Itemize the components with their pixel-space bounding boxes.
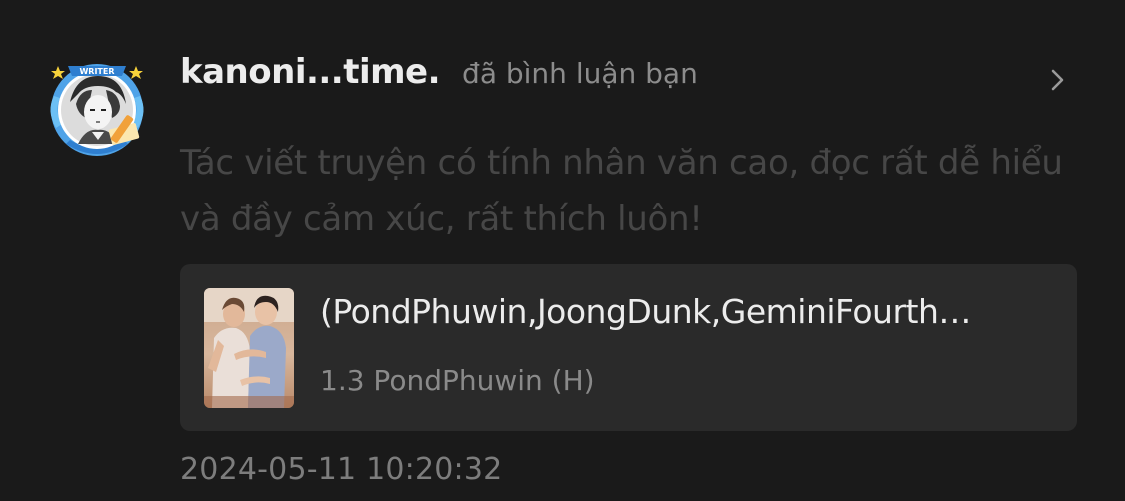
- username[interactable]: kanoni...time.: [180, 52, 441, 92]
- story-chapter: 1.3 PondPhuwin (H): [320, 364, 595, 397]
- comment-text: Tác viết truyện có tính nhân văn cao, đọ…: [180, 143, 1063, 239]
- user-avatar[interactable]: WRITER: [36, 56, 158, 162]
- story-title: (PondPhuwin,JoongDunk,GeminiFourth…: [320, 292, 971, 331]
- action-text: đã bình luận bạn: [462, 57, 698, 90]
- timestamp: 2024-05-11 10:20:32: [180, 452, 503, 487]
- chevron-right-icon[interactable]: [1040, 62, 1076, 98]
- story-card[interactable]: (PondPhuwin,JoongDunk,GeminiFourth… 1.3 …: [180, 264, 1077, 431]
- notification-header: kanoni...time. đã bình luận bạn: [180, 52, 698, 100]
- writer-badge-avatar-icon: WRITER: [50, 64, 144, 156]
- story-cover-image: [204, 288, 294, 408]
- comment-notification[interactable]: WRITER kanoni...time. đã bình luận bạn T…: [0, 0, 1125, 501]
- badge-text: WRITER: [79, 67, 114, 76]
